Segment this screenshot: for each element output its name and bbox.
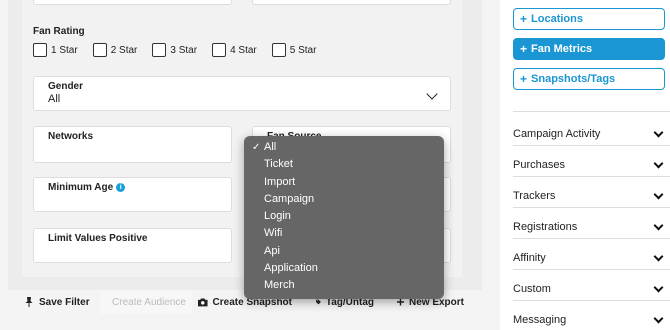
top-field-left[interactable]: [33, 0, 232, 5]
checkbox[interactable]: [271, 43, 286, 57]
menu-item-application[interactable]: Application: [244, 260, 444, 277]
menu-item-merch[interactable]: Merch: [244, 277, 444, 294]
chevron-down-icon: [653, 251, 664, 261]
chevron-down-icon: [653, 220, 664, 230]
menu-item-api[interactable]: Api: [244, 243, 444, 260]
minimum-age-field[interactable]: Minimum Age i: [33, 177, 232, 212]
users-icon: [106, 301, 108, 303]
checkbox[interactable]: [33, 43, 47, 57]
checkbox[interactable]: [92, 43, 107, 57]
chevron-down-icon: [426, 88, 438, 100]
top-field-right[interactable]: [252, 0, 451, 5]
menu-item-login[interactable]: Login: [244, 208, 444, 225]
minimum-age-label: Minimum Age i: [48, 182, 126, 193]
right-sidebar: + Locations + Fan Metrics + Snapshots/Tags …: [500, 0, 670, 330]
fan-rating-2-star[interactable]: 2 Star: [92, 43, 137, 57]
fan-rating-1-star[interactable]: 1 Star: [33, 43, 78, 57]
fan-source-dropdown-menu: ✓ All Ticket Import Campaign Login Wifi A…: [244, 136, 444, 299]
info-icon[interactable]: i: [116, 183, 126, 192]
limit-values-positive-label: Limit Values Positive: [48, 233, 148, 244]
fan-metrics-button[interactable]: + Fan Metrics: [513, 38, 665, 60]
plus-icon: +: [520, 12, 528, 26]
chevron-down-icon: [653, 158, 664, 168]
menu-item-wifi[interactable]: Wifi: [244, 225, 444, 242]
thumbtack-icon: [25, 297, 33, 307]
sidebar-item-affinity[interactable]: Affinity: [513, 248, 668, 268]
sidebar-divider: [513, 111, 670, 112]
sidebar-item-registrations[interactable]: Registrations: [513, 217, 668, 237]
menu-item-ticket[interactable]: Ticket: [244, 156, 444, 173]
sidebar-item-messaging[interactable]: Messaging: [513, 310, 668, 330]
sidebar-item-trackers[interactable]: Trackers: [513, 186, 668, 206]
fan-rating-checkboxes: 1 Star 2 Star 3 Star 4 Star 5 Star: [33, 43, 331, 57]
bottom-strip: [0, 314, 482, 330]
fan-rating-5-star[interactable]: 5 Star: [271, 43, 316, 57]
gender-label: Gender: [48, 81, 84, 92]
chevron-down-icon: [653, 189, 664, 199]
checkbox[interactable]: [212, 43, 227, 57]
networks-field[interactable]: Networks: [33, 126, 232, 163]
chevron-down-icon: [653, 127, 664, 137]
camera-icon: [198, 298, 208, 307]
sidebar-item-custom[interactable]: Custom: [513, 279, 668, 299]
sidebar-divider: [513, 300, 670, 301]
gender-select[interactable]: Gender All: [33, 76, 451, 111]
sidebar-divider: [513, 238, 670, 239]
menu-item-import[interactable]: Import: [244, 174, 444, 191]
limit-values-positive-field[interactable]: Limit Values Positive: [33, 228, 232, 263]
locations-button[interactable]: + Locations: [513, 8, 665, 30]
gender-value: All: [48, 93, 61, 105]
chevron-down-icon: [653, 282, 664, 292]
create-audience-button[interactable]: Create Audience: [100, 290, 192, 314]
menu-item-campaign[interactable]: Campaign: [244, 191, 444, 208]
sidebar-divider: [513, 207, 670, 208]
app-root: Fan Rating 1 Star 2 Star 3 Star 4 Star 5…: [0, 0, 670, 330]
sidebar-divider: [513, 176, 670, 177]
checkbox[interactable]: [152, 43, 167, 57]
plus-icon: +: [520, 72, 528, 86]
chevron-down-icon: [653, 313, 664, 323]
networks-label: Networks: [48, 131, 94, 142]
menu-item-all[interactable]: ✓ All: [244, 139, 444, 156]
save-filter-button[interactable]: Save Filter: [8, 290, 100, 314]
fan-rating-label: Fan Rating: [33, 26, 85, 37]
sidebar-divider: [513, 269, 670, 270]
sidebar-item-campaign-activity[interactable]: Campaign Activity: [513, 124, 668, 144]
fan-rating-4-star[interactable]: 4 Star: [212, 43, 257, 57]
plus-icon: +: [520, 42, 528, 56]
snapshots-tags-button[interactable]: + Snapshots/Tags: [513, 68, 665, 90]
fan-rating-3-star[interactable]: 3 Star: [152, 43, 197, 57]
sidebar-divider: [513, 145, 670, 146]
checkmark-icon: ✓: [252, 142, 261, 153]
sidebar-item-purchases[interactable]: Purchases: [513, 155, 668, 175]
